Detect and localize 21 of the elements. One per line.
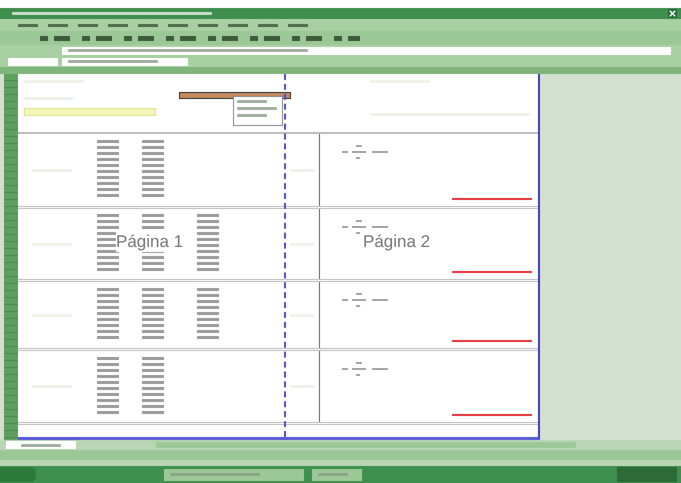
sheet-tab[interactable] xyxy=(6,441,76,449)
system-tray xyxy=(617,467,677,482)
name-box[interactable] xyxy=(8,58,58,66)
blurred-numbers-drawing xyxy=(96,288,118,342)
blurred-numbers-drawing xyxy=(196,288,218,342)
cell-field[interactable] xyxy=(62,58,188,66)
taskbar-button[interactable] xyxy=(164,468,304,480)
blurred-numbers-drawing xyxy=(196,214,218,274)
blurred-numbers-drawing xyxy=(96,140,118,200)
taskbar-button[interactable] xyxy=(312,468,362,480)
blurred-numbers-drawing xyxy=(142,356,164,416)
blurred-numbers-drawing xyxy=(96,214,118,274)
close-icon[interactable] xyxy=(668,9,677,18)
blurred-numbers-drawing xyxy=(142,288,164,342)
page-label: Página 2 xyxy=(363,232,430,252)
page-label: Página 1 xyxy=(116,232,184,252)
start-button[interactable] xyxy=(0,467,36,482)
comment-box xyxy=(233,96,283,126)
blurred-numbers-drawing xyxy=(96,356,118,416)
blurred-numbers-drawing xyxy=(142,140,164,200)
formula-field[interactable] xyxy=(62,46,671,54)
